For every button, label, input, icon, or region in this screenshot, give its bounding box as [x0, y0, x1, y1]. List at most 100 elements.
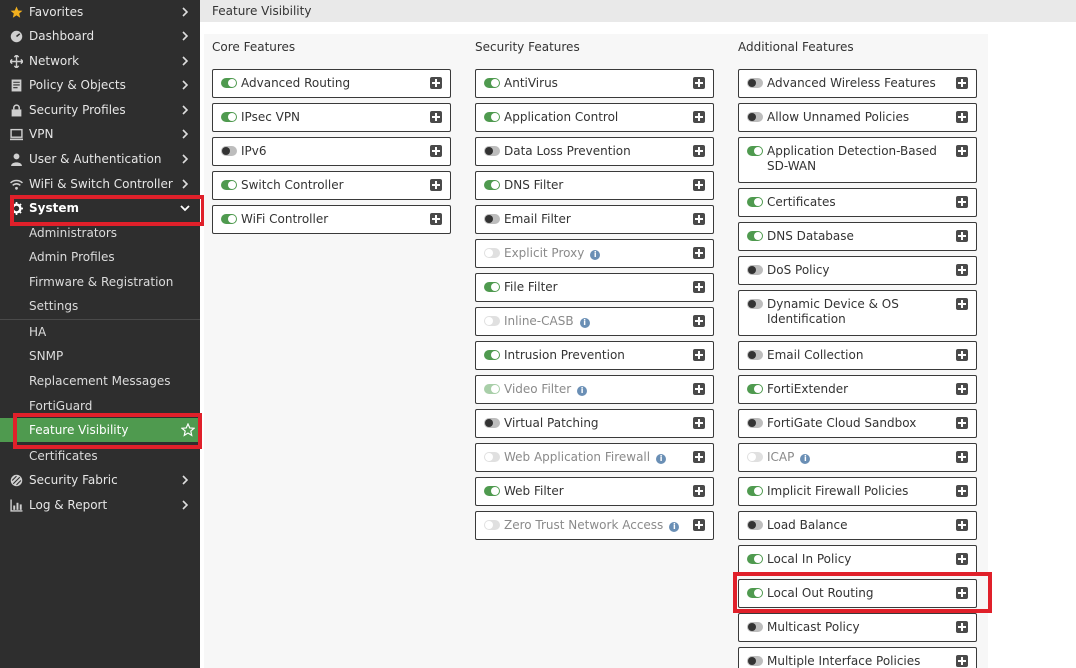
feature-toggle[interactable]: [747, 265, 763, 275]
feature-toggle[interactable]: [221, 180, 237, 190]
feature-card-intrusion-prevention[interactable]: Intrusion Prevention: [475, 341, 714, 370]
feature-card-fortiextender[interactable]: FortiExtender: [738, 375, 977, 404]
feature-toggle[interactable]: [484, 180, 500, 190]
expand-plus-icon[interactable]: [956, 298, 968, 310]
nav-log-report[interactable]: Log & Report: [0, 493, 200, 517]
expand-plus-icon[interactable]: [956, 383, 968, 395]
nav-user-authentication[interactable]: User & Authentication: [0, 147, 200, 171]
expand-plus-icon[interactable]: [693, 519, 705, 531]
feature-toggle[interactable]: [221, 146, 237, 156]
expand-plus-icon[interactable]: [693, 417, 705, 429]
expand-plus-icon[interactable]: [693, 179, 705, 191]
expand-plus-icon[interactable]: [956, 145, 968, 157]
expand-plus-icon[interactable]: [956, 451, 968, 463]
feature-card-dns-database[interactable]: DNS Database: [738, 222, 977, 251]
feature-toggle[interactable]: [484, 214, 500, 224]
feature-card-advanced-routing[interactable]: Advanced Routing: [212, 69, 451, 98]
expand-plus-icon[interactable]: [956, 417, 968, 429]
expand-plus-icon[interactable]: [693, 485, 705, 497]
sub-firmware-registration[interactable]: Firmware & Registration: [0, 270, 200, 294]
feature-toggle[interactable]: [484, 350, 500, 360]
feature-card-dynamic-device-os-identification[interactable]: Dynamic Device & OS Identification: [738, 290, 977, 336]
expand-plus-icon[interactable]: [430, 77, 442, 89]
feature-card-advanced-wireless-features[interactable]: Advanced Wireless Features: [738, 69, 977, 98]
feature-toggle[interactable]: [747, 197, 763, 207]
nav-vpn[interactable]: VPN: [0, 122, 200, 146]
feature-card-icap[interactable]: ICAP i: [738, 443, 977, 472]
nav-policy-objects[interactable]: Policy & Objects: [0, 73, 200, 97]
info-icon[interactable]: i: [669, 522, 680, 532]
expand-plus-icon[interactable]: [430, 145, 442, 157]
feature-toggle[interactable]: [747, 299, 763, 309]
feature-toggle[interactable]: [221, 214, 237, 224]
expand-plus-icon[interactable]: [430, 179, 442, 191]
expand-plus-icon[interactable]: [693, 77, 705, 89]
feature-card-virtual-patching[interactable]: Virtual Patching: [475, 409, 714, 438]
feature-toggle[interactable]: [747, 656, 763, 666]
feature-card-application-detection-based-sd-wan[interactable]: Application Detection-Based SD-WAN: [738, 137, 977, 183]
feature-card-wifi-controller[interactable]: WiFi Controller: [212, 205, 451, 234]
nav-security-fabric[interactable]: Security Fabric: [0, 468, 200, 492]
feature-toggle[interactable]: [747, 78, 763, 88]
expand-plus-icon[interactable]: [693, 349, 705, 361]
feature-card-data-loss-prevention[interactable]: Data Loss Prevention: [475, 137, 714, 166]
feature-toggle[interactable]: [747, 231, 763, 241]
expand-plus-icon[interactable]: [956, 621, 968, 633]
expand-plus-icon[interactable]: [430, 213, 442, 225]
sub-admin-profiles[interactable]: Admin Profiles: [0, 245, 200, 269]
feature-card-ipsec-vpn[interactable]: IPsec VPN: [212, 103, 451, 132]
feature-card-dos-policy[interactable]: DoS Policy: [738, 256, 977, 285]
feature-card-file-filter[interactable]: File Filter: [475, 273, 714, 302]
feature-toggle[interactable]: [747, 146, 763, 156]
expand-plus-icon[interactable]: [956, 587, 968, 599]
expand-plus-icon[interactable]: [956, 230, 968, 242]
info-icon[interactable]: i: [579, 318, 590, 328]
expand-plus-icon[interactable]: [956, 553, 968, 565]
expand-plus-icon[interactable]: [693, 145, 705, 157]
feature-card-local-in-policy[interactable]: Local In Policy: [738, 545, 977, 574]
nav-dashboard[interactable]: Dashboard: [0, 24, 200, 48]
sub-feature-visibility[interactable]: Feature Visibility: [0, 418, 200, 442]
feature-toggle[interactable]: [221, 78, 237, 88]
expand-plus-icon[interactable]: [956, 655, 968, 667]
expand-plus-icon[interactable]: [956, 264, 968, 276]
nav-network[interactable]: Network: [0, 49, 200, 73]
feature-card-email-collection[interactable]: Email Collection: [738, 341, 977, 370]
expand-plus-icon[interactable]: [693, 213, 705, 225]
expand-plus-icon[interactable]: [693, 111, 705, 123]
feature-toggle[interactable]: [747, 520, 763, 530]
feature-card-email-filter[interactable]: Email Filter: [475, 205, 714, 234]
feature-card-web-application-firewall[interactable]: Web Application Firewall i: [475, 443, 714, 472]
nav-wifi-switch-controller[interactable]: WiFi & Switch Controller: [0, 172, 200, 196]
feature-toggle[interactable]: [484, 146, 500, 156]
feature-toggle[interactable]: [747, 622, 763, 632]
expand-plus-icon[interactable]: [693, 247, 705, 259]
feature-toggle[interactable]: [747, 486, 763, 496]
feature-card-local-out-routing[interactable]: Local Out Routing: [738, 579, 977, 608]
expand-plus-icon[interactable]: [956, 196, 968, 208]
expand-plus-icon[interactable]: [956, 485, 968, 497]
sub-fortiguard[interactable]: FortiGuard: [0, 394, 200, 418]
sub-replacement-messages[interactable]: Replacement Messages: [0, 369, 200, 393]
feature-card-allow-unnamed-policies[interactable]: Allow Unnamed Policies: [738, 103, 977, 132]
expand-plus-icon[interactable]: [956, 519, 968, 531]
info-icon[interactable]: i: [800, 454, 811, 464]
feature-card-inline-casb[interactable]: Inline-CASB i: [475, 307, 714, 336]
sub-ha[interactable]: HA: [0, 320, 200, 344]
nav-favorites[interactable]: Favorites: [0, 0, 200, 24]
feature-card-dns-filter[interactable]: DNS Filter: [475, 171, 714, 200]
sub-snmp[interactable]: SNMP: [0, 344, 200, 368]
feature-toggle[interactable]: [484, 418, 500, 428]
expand-plus-icon[interactable]: [693, 451, 705, 463]
feature-toggle[interactable]: [484, 282, 500, 292]
feature-card-load-balance[interactable]: Load Balance: [738, 511, 977, 540]
feature-toggle[interactable]: [747, 350, 763, 360]
expand-plus-icon[interactable]: [956, 349, 968, 361]
feature-toggle[interactable]: [747, 384, 763, 394]
feature-card-multicast-policy[interactable]: Multicast Policy: [738, 613, 977, 642]
info-icon[interactable]: i: [590, 250, 601, 260]
sub-administrators[interactable]: Administrators: [0, 221, 200, 245]
feature-toggle[interactable]: [747, 418, 763, 428]
sub-settings[interactable]: Settings: [0, 294, 200, 318]
sub-certificates[interactable]: Certificates: [0, 444, 200, 468]
